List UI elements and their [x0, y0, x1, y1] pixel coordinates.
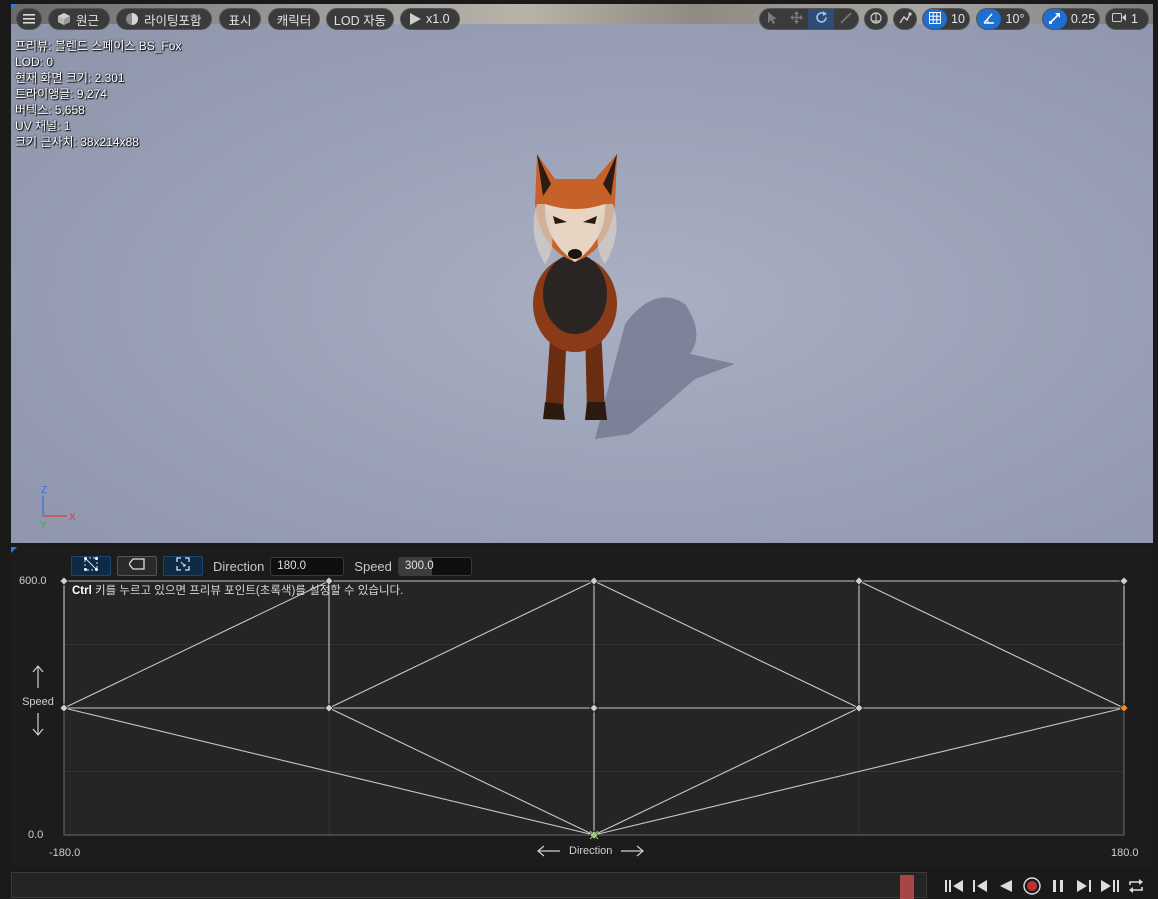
y-axis-title: Speed	[19, 665, 57, 741]
angle-icon	[983, 12, 995, 27]
lighting-sphere-icon	[125, 12, 139, 26]
preview-viewport[interactable]: 원근 라이팅포함 표시 캐릭터 LOD 자동 x1.0 10 10° 0.25 …	[11, 4, 1153, 543]
fox-model[interactable]	[515, 144, 755, 449]
lod-button[interactable]: LOD 자동	[326, 8, 394, 30]
stat-uv-channels: UV 채널: 1	[15, 119, 71, 133]
grid-snap-toggle[interactable]	[923, 9, 947, 29]
character-button[interactable]: 캐릭터	[268, 8, 320, 30]
step-back-button[interactable]	[970, 876, 990, 896]
surface-snap-button[interactable]	[893, 8, 917, 30]
playhead[interactable]	[900, 875, 914, 899]
lighting-button[interactable]: 라이팅포함	[116, 8, 212, 30]
scale-snap-group: 0.25	[1042, 8, 1100, 30]
cube-icon	[57, 12, 71, 26]
rotation-snap-toggle[interactable]	[977, 9, 1001, 29]
axis-x-label: X	[69, 512, 76, 523]
move-arrows-icon	[789, 11, 803, 27]
x-axis-title: Direction	[537, 845, 645, 857]
camera-speed-button[interactable]: 1	[1105, 8, 1149, 30]
scale-snap-value[interactable]: 0.25	[1067, 9, 1099, 29]
step-forward-button[interactable]	[1074, 876, 1094, 896]
loop-button[interactable]	[1126, 876, 1146, 896]
surface-snap-icon	[898, 11, 912, 28]
arrow-right-icon	[621, 845, 645, 857]
viewport-toolbar: 원근 라이팅포함 표시 캐릭터 LOD 자동 x1.0 10 10° 0.25 …	[16, 8, 1149, 32]
character-label: 캐릭터	[276, 13, 312, 28]
grid-snap-value[interactable]: 10	[947, 9, 969, 29]
camera-speed-value: 1	[1131, 12, 1138, 26]
coordinate-space-button[interactable]	[864, 8, 888, 30]
play-reverse-icon	[1000, 880, 1012, 892]
rotation-snap-value[interactable]: 10°	[1001, 9, 1029, 29]
viewport-stats: 프리뷰: 블렌드 스페이스 BS_Fox LOD: 0 현재 화면 크기: 2.…	[15, 38, 181, 150]
perspective-button[interactable]: 원근	[48, 8, 110, 30]
blendspace-editor: Direction 180.0 Speed 300.0 Ctrl 키를 누르고 …	[11, 547, 1153, 867]
skip-to-end-icon	[1101, 880, 1119, 892]
play-icon	[409, 13, 421, 25]
scale-snap-toggle[interactable]	[1043, 9, 1067, 29]
camera-icon	[1112, 12, 1126, 26]
step-forward-icon	[1077, 880, 1091, 892]
lighting-label: 라이팅포함	[144, 13, 202, 28]
ctrl-hint: Ctrl 키를 누르고 있으면 프리뷰 포인트(초록색)를 설정할 수 있습니다…	[72, 582, 403, 598]
lod-label: LOD 자동	[333, 13, 387, 28]
rotate-mode-button[interactable]	[808, 9, 834, 29]
viewport-menu-button[interactable]	[16, 8, 42, 30]
play-speed-button[interactable]: x1.0	[400, 8, 460, 30]
axis-z-label: Z	[41, 485, 47, 496]
skip-to-end-button[interactable]	[1100, 876, 1120, 896]
record-icon	[1023, 877, 1041, 895]
skip-to-start-button[interactable]	[944, 876, 964, 896]
stat-vertices: 버텍스: 5,658	[15, 103, 85, 117]
scale-mode-button[interactable]	[834, 9, 858, 29]
arrow-down-icon	[32, 713, 44, 736]
rotation-snap-group: 10°	[976, 8, 1030, 30]
rotate-icon	[815, 11, 828, 27]
transform-mode-group	[759, 8, 859, 30]
translate-mode-button[interactable]	[784, 9, 808, 29]
grid-snap-group: 10	[922, 8, 970, 30]
stat-lod: LOD: 0	[15, 55, 54, 69]
skip-to-start-icon	[945, 880, 963, 892]
step-back-icon	[973, 880, 987, 892]
y-axis-name: Speed	[22, 696, 54, 708]
perspective-label: 원근	[76, 13, 100, 28]
stat-approx-size: 크기 근사치: 38x214x88	[15, 135, 139, 149]
axis-gizmo: Z X Y	[37, 482, 97, 537]
stat-preview: 프리뷰: 블렌드 스페이스 BS_Fox	[15, 39, 182, 53]
show-button[interactable]: 표시	[219, 8, 261, 30]
timeline-scrubber[interactable]	[11, 872, 927, 899]
y-axis-min-label: 0.0	[28, 829, 44, 841]
arrow-left-icon	[537, 845, 560, 857]
x-axis-name: Direction	[569, 845, 613, 857]
y-axis-max-label: 600.0	[19, 575, 47, 587]
pause-icon	[1053, 880, 1063, 892]
select-mode-button[interactable]	[760, 9, 784, 29]
world-axes-icon	[869, 11, 883, 28]
hamburger-icon	[23, 14, 35, 24]
pause-button[interactable]	[1048, 876, 1068, 896]
axis-y-label: Y	[40, 520, 47, 531]
arrow-up-icon	[32, 665, 44, 688]
animation-editor: 원근 라이팅포함 표시 캐릭터 LOD 자동 x1.0 10 10° 0.25 …	[0, 0, 1158, 899]
stat-screen-size: 현재 화면 크기: 2.301	[15, 71, 125, 85]
show-label: 표시	[228, 13, 252, 28]
loop-icon	[1129, 879, 1143, 893]
play-speed-label: x1.0	[426, 12, 450, 26]
scale-arrow-icon	[1049, 12, 1061, 27]
stat-triangles: 트라이앵글: 9,274	[15, 87, 107, 101]
cursor-icon	[766, 11, 778, 27]
play-reverse-button[interactable]	[996, 876, 1016, 896]
hint-text: 키를 누르고 있으면 프리뷰 포인트(초록색)를 설정할 수 있습니다.	[91, 585, 404, 597]
transport-controls	[944, 876, 1146, 896]
record-button[interactable]	[1022, 876, 1042, 896]
x-axis-min-label: -180.0	[49, 847, 81, 859]
hint-key: Ctrl	[72, 585, 92, 597]
scale-icon	[840, 11, 852, 27]
x-axis-max-label: 180.0	[1111, 847, 1139, 859]
grid-icon	[929, 11, 941, 27]
